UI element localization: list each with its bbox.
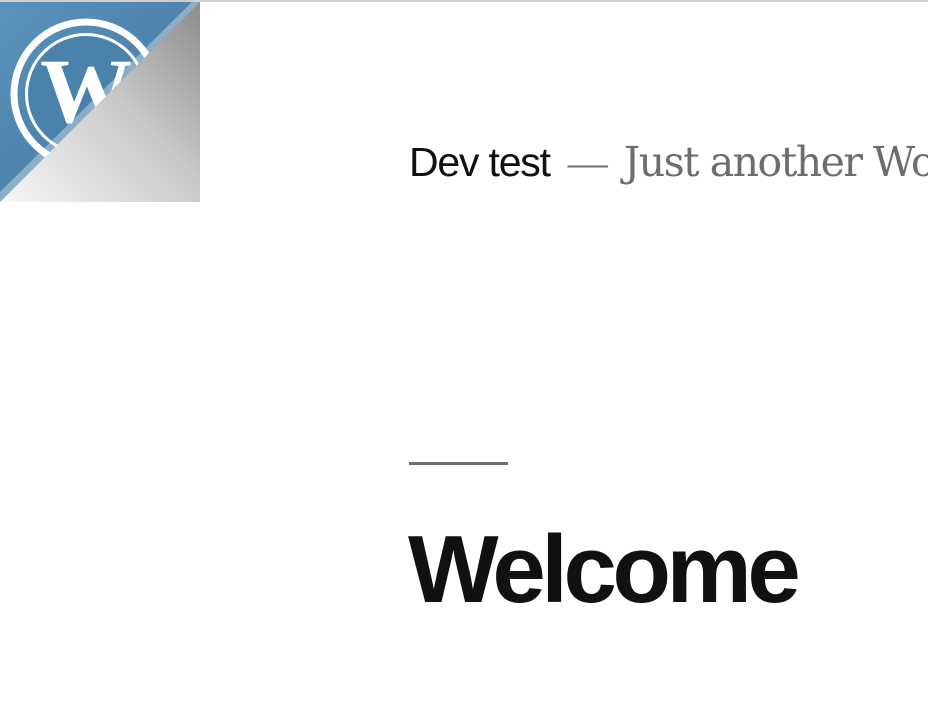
post-title: Welcome [408,516,801,623]
wordpress-logo-icon: W [0,2,200,202]
site-header: Dev test — Just another WordPress site [409,138,928,198]
site-logo-link[interactable]: W [0,2,200,202]
site-title-link[interactable]: Dev test [409,139,551,185]
site-description: Just another WordPress site [623,138,928,186]
title-description-separator: — [567,140,608,185]
entry-separator [409,462,508,465]
